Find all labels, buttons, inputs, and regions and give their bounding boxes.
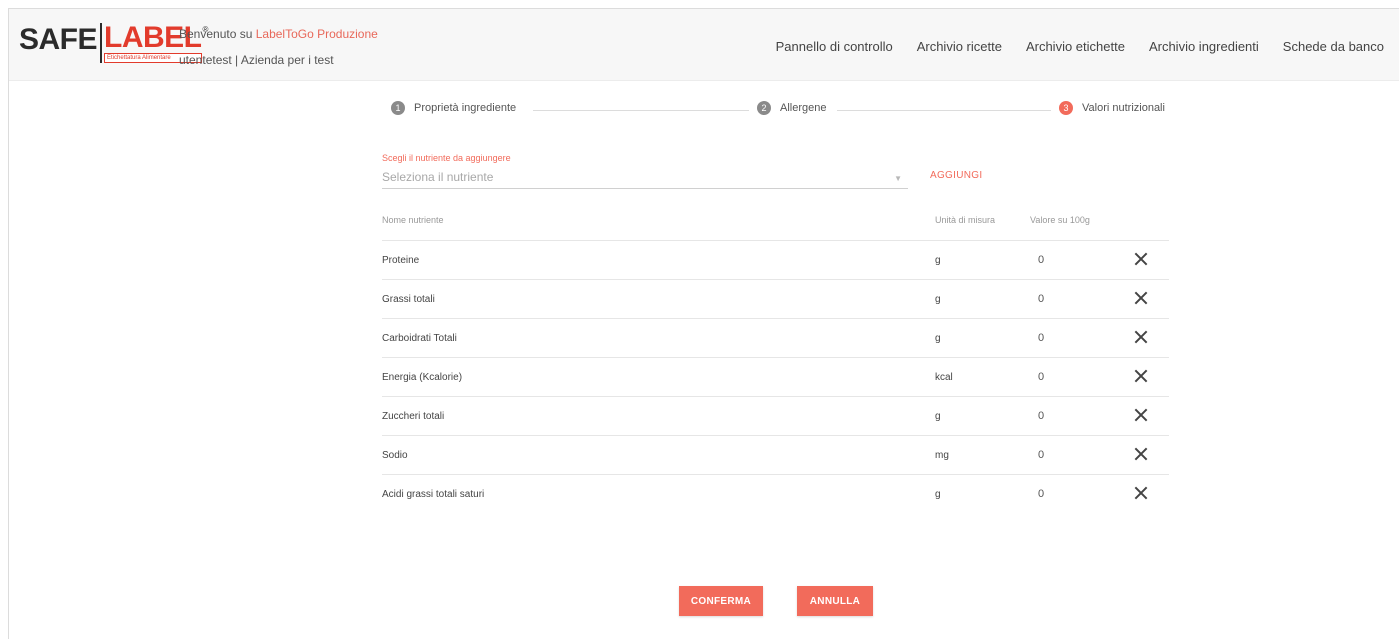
nutrient-value[interactable]: 0	[1038, 371, 1044, 383]
nutrient-name: Sodio	[382, 450, 408, 461]
nutrients-table: Nome nutriente Unità di misura Valore su…	[382, 205, 1169, 514]
nutrient-value[interactable]: 0	[1038, 254, 1044, 266]
nutrient-select[interactable]: Seleziona il nutriente ▼	[382, 167, 908, 189]
nutrient-unit: mg	[935, 450, 949, 461]
close-icon[interactable]	[1133, 329, 1149, 345]
main-nav: Pannello di controllo Archivio ricette A…	[776, 39, 1384, 54]
column-header-value: Valore su 100g	[1030, 215, 1090, 225]
close-icon[interactable]	[1133, 407, 1149, 423]
confirm-button[interactable]: CONFERMA	[679, 586, 763, 616]
user-company-info: utentetest | Azienda per i test	[179, 53, 334, 67]
logo-word-safe: SAFE	[19, 23, 103, 63]
nutrient-unit: g	[935, 333, 941, 344]
cancel-button[interactable]: ANNULLA	[797, 586, 873, 616]
nutrient-name: Proteine	[382, 255, 420, 266]
nutrient-unit: kcal	[935, 372, 953, 383]
step-proprieta-ingrediente[interactable]: 1 Proprietà ingrediente	[391, 101, 516, 115]
nutrient-value[interactable]: 0	[1038, 449, 1044, 461]
nutrient-name: Acidi grassi totali saturi	[382, 489, 485, 500]
table-row: Grassi totali g 0	[382, 280, 1169, 319]
nutrient-unit: g	[935, 294, 941, 305]
column-header-name: Nome nutriente	[382, 215, 444, 225]
close-icon[interactable]	[1133, 251, 1149, 267]
welcome-prefix: Benvenuto su	[179, 27, 256, 41]
add-nutrient-button[interactable]: AGGIUNGI	[930, 170, 982, 181]
welcome-brand: LabelToGo Produzione	[255, 27, 378, 41]
step-label: Proprietà ingrediente	[414, 102, 517, 114]
page: SAFE LABEL Etichettatura Alimentare ® Be…	[8, 8, 1399, 639]
nav-archivio-ricette[interactable]: Archivio ricette	[917, 39, 1002, 54]
column-header-unit: Unità di misura	[935, 215, 996, 225]
nutrient-select-label: Scegli il nutriente da aggiungere	[382, 153, 511, 163]
nav-schede-da-banco[interactable]: Schede da banco	[1283, 39, 1384, 54]
step-valori-nutrizionali[interactable]: 3 Valori nutrizionali	[1059, 101, 1165, 115]
table-row: Proteine g 0	[382, 241, 1169, 280]
nutrient-select-placeholder: Seleziona il nutriente	[382, 170, 494, 184]
close-icon[interactable]	[1133, 368, 1149, 384]
nav-archivio-ingredienti[interactable]: Archivio ingredienti	[1149, 39, 1259, 54]
table-row: Energia (Kcalorie) kcal 0	[382, 358, 1169, 397]
nutrient-unit: g	[935, 255, 941, 266]
nutrient-name: Energia (Kcalorie)	[382, 372, 463, 383]
welcome-text: Benvenuto su LabelToGo Produzione	[179, 27, 378, 41]
nutrient-value[interactable]: 0	[1038, 410, 1044, 422]
step-number: 3	[1059, 101, 1073, 115]
step-label: Allergene	[780, 102, 827, 114]
close-icon[interactable]	[1133, 446, 1149, 462]
nutrient-name: Carboidrati Totali	[382, 333, 457, 344]
nav-pannello-di-controllo[interactable]: Pannello di controllo	[776, 39, 893, 54]
table-row: Sodio mg 0	[382, 436, 1169, 475]
nutrient-name: Grassi totali	[382, 294, 435, 305]
step-allergene[interactable]: 2 Allergene	[757, 101, 826, 115]
nutrient-name: Zuccheri totali	[382, 411, 445, 422]
nutrient-value[interactable]: 0	[1038, 293, 1044, 305]
nutrient-value[interactable]: 0	[1038, 488, 1044, 500]
wizard-stepper: 1 Proprietà ingrediente 2 Allergene 3 Va…	[391, 101, 1177, 121]
close-icon[interactable]	[1133, 290, 1149, 306]
nav-archivio-etichette[interactable]: Archivio etichette	[1026, 39, 1125, 54]
table-row: Carboidrati Totali g 0	[382, 319, 1169, 358]
app-header: SAFE LABEL Etichettatura Alimentare ® Be…	[9, 9, 1399, 81]
step-label: Valori nutrizionali	[1082, 102, 1165, 114]
table-row: Acidi grassi totali saturi g 0	[382, 475, 1169, 514]
caret-down-icon: ▼	[894, 174, 902, 183]
step-number: 2	[757, 101, 771, 115]
close-icon[interactable]	[1133, 485, 1149, 501]
step-connector	[533, 110, 749, 111]
nutrient-unit: g	[935, 489, 941, 500]
step-number: 1	[391, 101, 405, 115]
table-header: Nome nutriente Unità di misura Valore su…	[382, 205, 1169, 241]
step-connector	[837, 110, 1051, 111]
nutrient-unit: g	[935, 411, 941, 422]
table-row: Zuccheri totali g 0	[382, 397, 1169, 436]
nutrient-value[interactable]: 0	[1038, 332, 1044, 344]
